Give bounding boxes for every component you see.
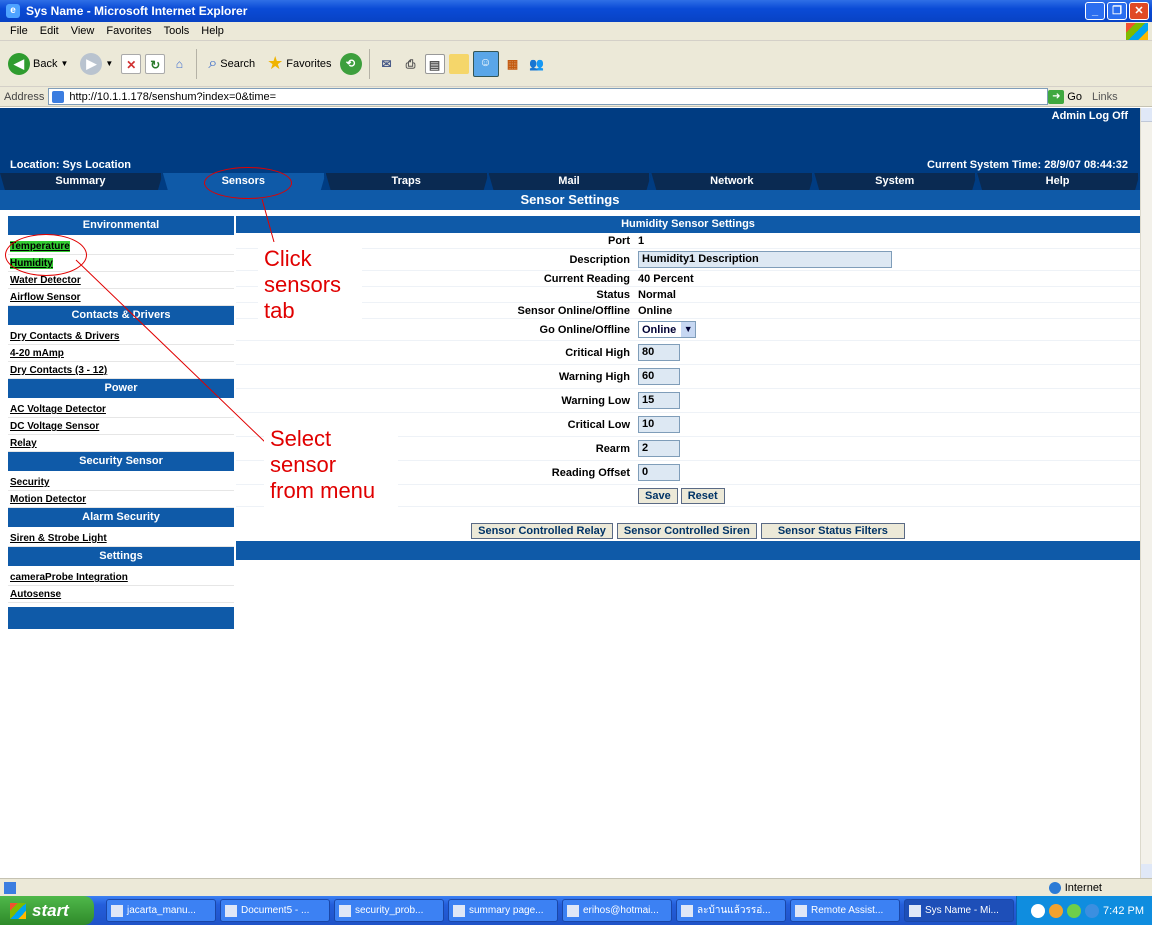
mail-icon[interactable]: ✉ <box>377 54 397 74</box>
go-button[interactable]: ➜ Go <box>1048 89 1082 104</box>
word-icon <box>225 904 237 917</box>
links-button[interactable]: Links <box>1092 91 1118 103</box>
task-label: Sys Name - Mi... <box>925 905 999 916</box>
paint-icon <box>453 904 465 917</box>
close-button[interactable]: ✕ <box>1129 2 1149 20</box>
clock: 7:42 PM <box>1103 904 1144 917</box>
forward-button[interactable]: ▶ ▼ <box>76 51 117 77</box>
zone-label: Internet <box>1064 881 1102 894</box>
annotation-select-sensor: Select sensor from menu <box>264 422 398 524</box>
address-input[interactable]: http://10.1.1.178/senshum?index=0&time= <box>48 88 1049 105</box>
page-viewport: Admin Log Off Location: Sys Location Cur… <box>0 108 1140 878</box>
print-icon[interactable]: ⎙ <box>401 54 421 74</box>
system-tray: 7:42 PM <box>1016 896 1152 925</box>
address-bar: Address http://10.1.1.178/senshum?index=… <box>0 87 1152 107</box>
menu-bar: File Edit View Favorites Tools Help <box>0 22 1152 41</box>
go-label: Go <box>1067 90 1082 103</box>
menu-file[interactable]: File <box>4 25 34 37</box>
restore-button[interactable]: ❐ <box>1107 2 1127 20</box>
task-label: ละบ้านแล้วรรอ่... <box>697 905 771 916</box>
go-arrow-icon: ➜ <box>1048 89 1065 104</box>
task-button[interactable]: summary page... <box>448 899 558 922</box>
task-button[interactable]: security_prob... <box>334 899 444 922</box>
taskbar: start jacarta_manu... Document5 - ... se… <box>0 896 1152 925</box>
back-button[interactable]: ◀ Back ▼ <box>4 51 72 77</box>
task-list: jacarta_manu... Document5 - ... security… <box>106 899 1014 922</box>
globe-icon <box>1048 881 1061 894</box>
scroll-up-icon[interactable] <box>1141 108 1152 122</box>
vertical-scrollbar[interactable] <box>1140 108 1152 878</box>
back-dropdown-icon[interactable]: ▼ <box>60 59 68 68</box>
minimize-button[interactable]: _ <box>1085 2 1105 20</box>
favorites-label: Favorites <box>286 57 332 70</box>
edit-icon[interactable]: ▤ <box>424 53 445 74</box>
tray-app-icon[interactable] <box>1049 903 1064 918</box>
task-label: summary page... <box>469 905 544 916</box>
task-label: Document5 - ... <box>241 905 310 916</box>
search-button[interactable]: ⌕ Search <box>204 53 259 75</box>
menu-view[interactable]: View <box>65 25 101 37</box>
search-label: Search <box>220 57 256 70</box>
refresh-icon[interactable]: ↻ <box>145 53 166 74</box>
task-label: erihos@hotmai... <box>583 905 659 916</box>
messenger-icon[interactable]: ☺ <box>472 50 499 77</box>
task-button[interactable]: jacarta_manu... <box>106 899 216 922</box>
home-icon[interactable]: ⌂ <box>169 54 189 74</box>
windows-logo-icon <box>1126 23 1148 40</box>
menu-favorites[interactable]: Favorites <box>100 25 157 37</box>
security-zone: Internet <box>1048 881 1102 894</box>
star-icon: ★ <box>267 53 284 73</box>
forward-dropdown-icon[interactable]: ▼ <box>105 59 113 68</box>
status-bar: Internet <box>0 878 1152 896</box>
messenger-icon <box>681 904 693 917</box>
stop-icon[interactable]: ✕ <box>121 53 142 74</box>
history-icon[interactable]: ⟲ <box>339 52 362 75</box>
task-label: security_prob... <box>355 905 424 916</box>
window-title: Sys Name - Microsoft Internet Explorer <box>26 4 248 18</box>
task-label: jacarta_manu... <box>127 905 196 916</box>
scroll-down-icon[interactable] <box>1141 864 1152 878</box>
tray-messenger-icon[interactable] <box>1085 903 1100 918</box>
task-button[interactable]: ละบ้านแล้วรรอ่... <box>676 899 786 922</box>
favorites-button[interactable]: ★ Favorites <box>263 51 335 76</box>
folder-icon[interactable] <box>448 53 469 74</box>
tray-network-icon[interactable] <box>1067 903 1082 918</box>
annotation-lines <box>75 198 275 444</box>
back-arrow-icon: ◀ <box>8 52 30 75</box>
annotation-line-menu <box>75 259 267 444</box>
annotation-line-tab <box>261 198 275 243</box>
toolbar-divider <box>196 48 198 79</box>
annotation-click-tab: Click sensors tab <box>258 242 362 332</box>
address-label: Address <box>4 90 45 103</box>
start-button[interactable]: start <box>0 896 94 925</box>
ie-logo-icon: e <box>6 4 20 18</box>
ie-icon <box>909 904 921 917</box>
search-icon: ⌕ <box>208 54 218 72</box>
menu-edit[interactable]: Edit <box>34 25 65 37</box>
windows-flag-icon <box>10 902 26 919</box>
page-status-icon <box>4 881 16 894</box>
messenger-icon <box>567 904 579 917</box>
start-label: start <box>32 900 69 920</box>
window-titlebar: e Sys Name - Microsoft Internet Explorer… <box>0 0 1152 22</box>
help-icon <box>795 904 807 917</box>
task-label: Remote Assist... <box>811 905 884 916</box>
forward-arrow-icon: ▶ <box>80 52 103 75</box>
task-button[interactable]: Sys Name - Mi... <box>904 899 1014 922</box>
word-icon <box>339 904 351 917</box>
browser-toolbar: ◀ Back ▼ ▶ ▼ ✕ ↻ ⌂ ⌕ Search ★ Favorites … <box>0 41 1152 87</box>
tray-back-icon[interactable] <box>1031 903 1046 918</box>
toolbar-divider <box>368 48 370 79</box>
task-button[interactable]: erihos@hotmai... <box>562 899 672 922</box>
menu-help[interactable]: Help <box>195 25 230 37</box>
back-label: Back <box>33 57 58 70</box>
research-icon[interactable]: ▦ <box>503 54 523 74</box>
task-button[interactable]: Remote Assist... <box>790 899 900 922</box>
word-icon <box>111 904 123 917</box>
menu-tools[interactable]: Tools <box>158 25 196 37</box>
users-icon[interactable]: 👥 <box>527 54 547 74</box>
task-button[interactable]: Document5 - ... <box>220 899 330 922</box>
